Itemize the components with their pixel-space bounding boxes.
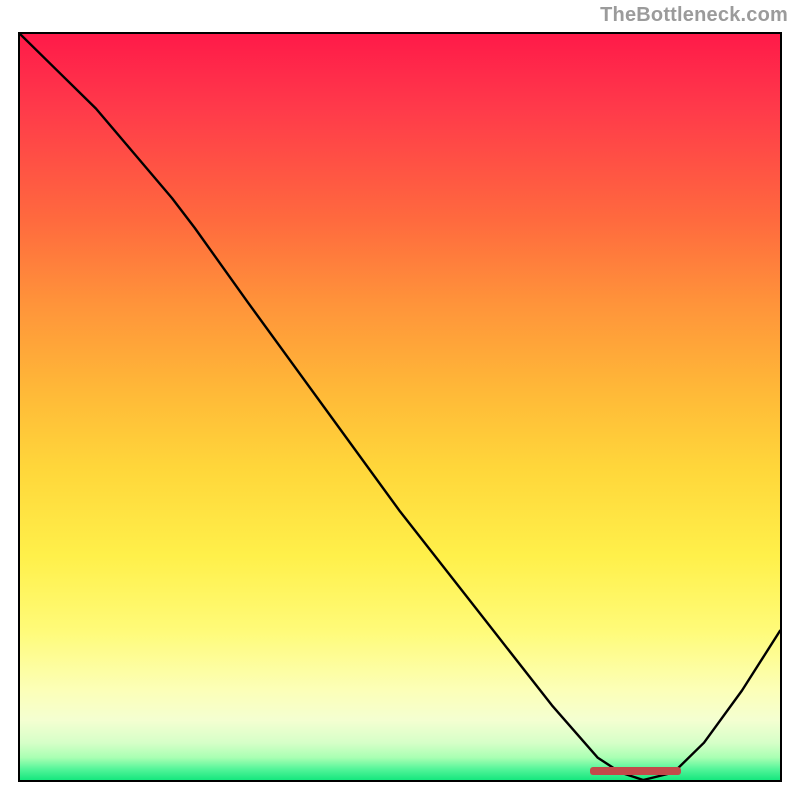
bottleneck-curve <box>20 34 780 780</box>
optimal-zone-marker <box>590 767 681 775</box>
watermark-text: TheBottleneck.com <box>600 4 788 27</box>
chart-stage: TheBottleneck.com <box>0 0 800 800</box>
plot-area <box>18 32 782 782</box>
